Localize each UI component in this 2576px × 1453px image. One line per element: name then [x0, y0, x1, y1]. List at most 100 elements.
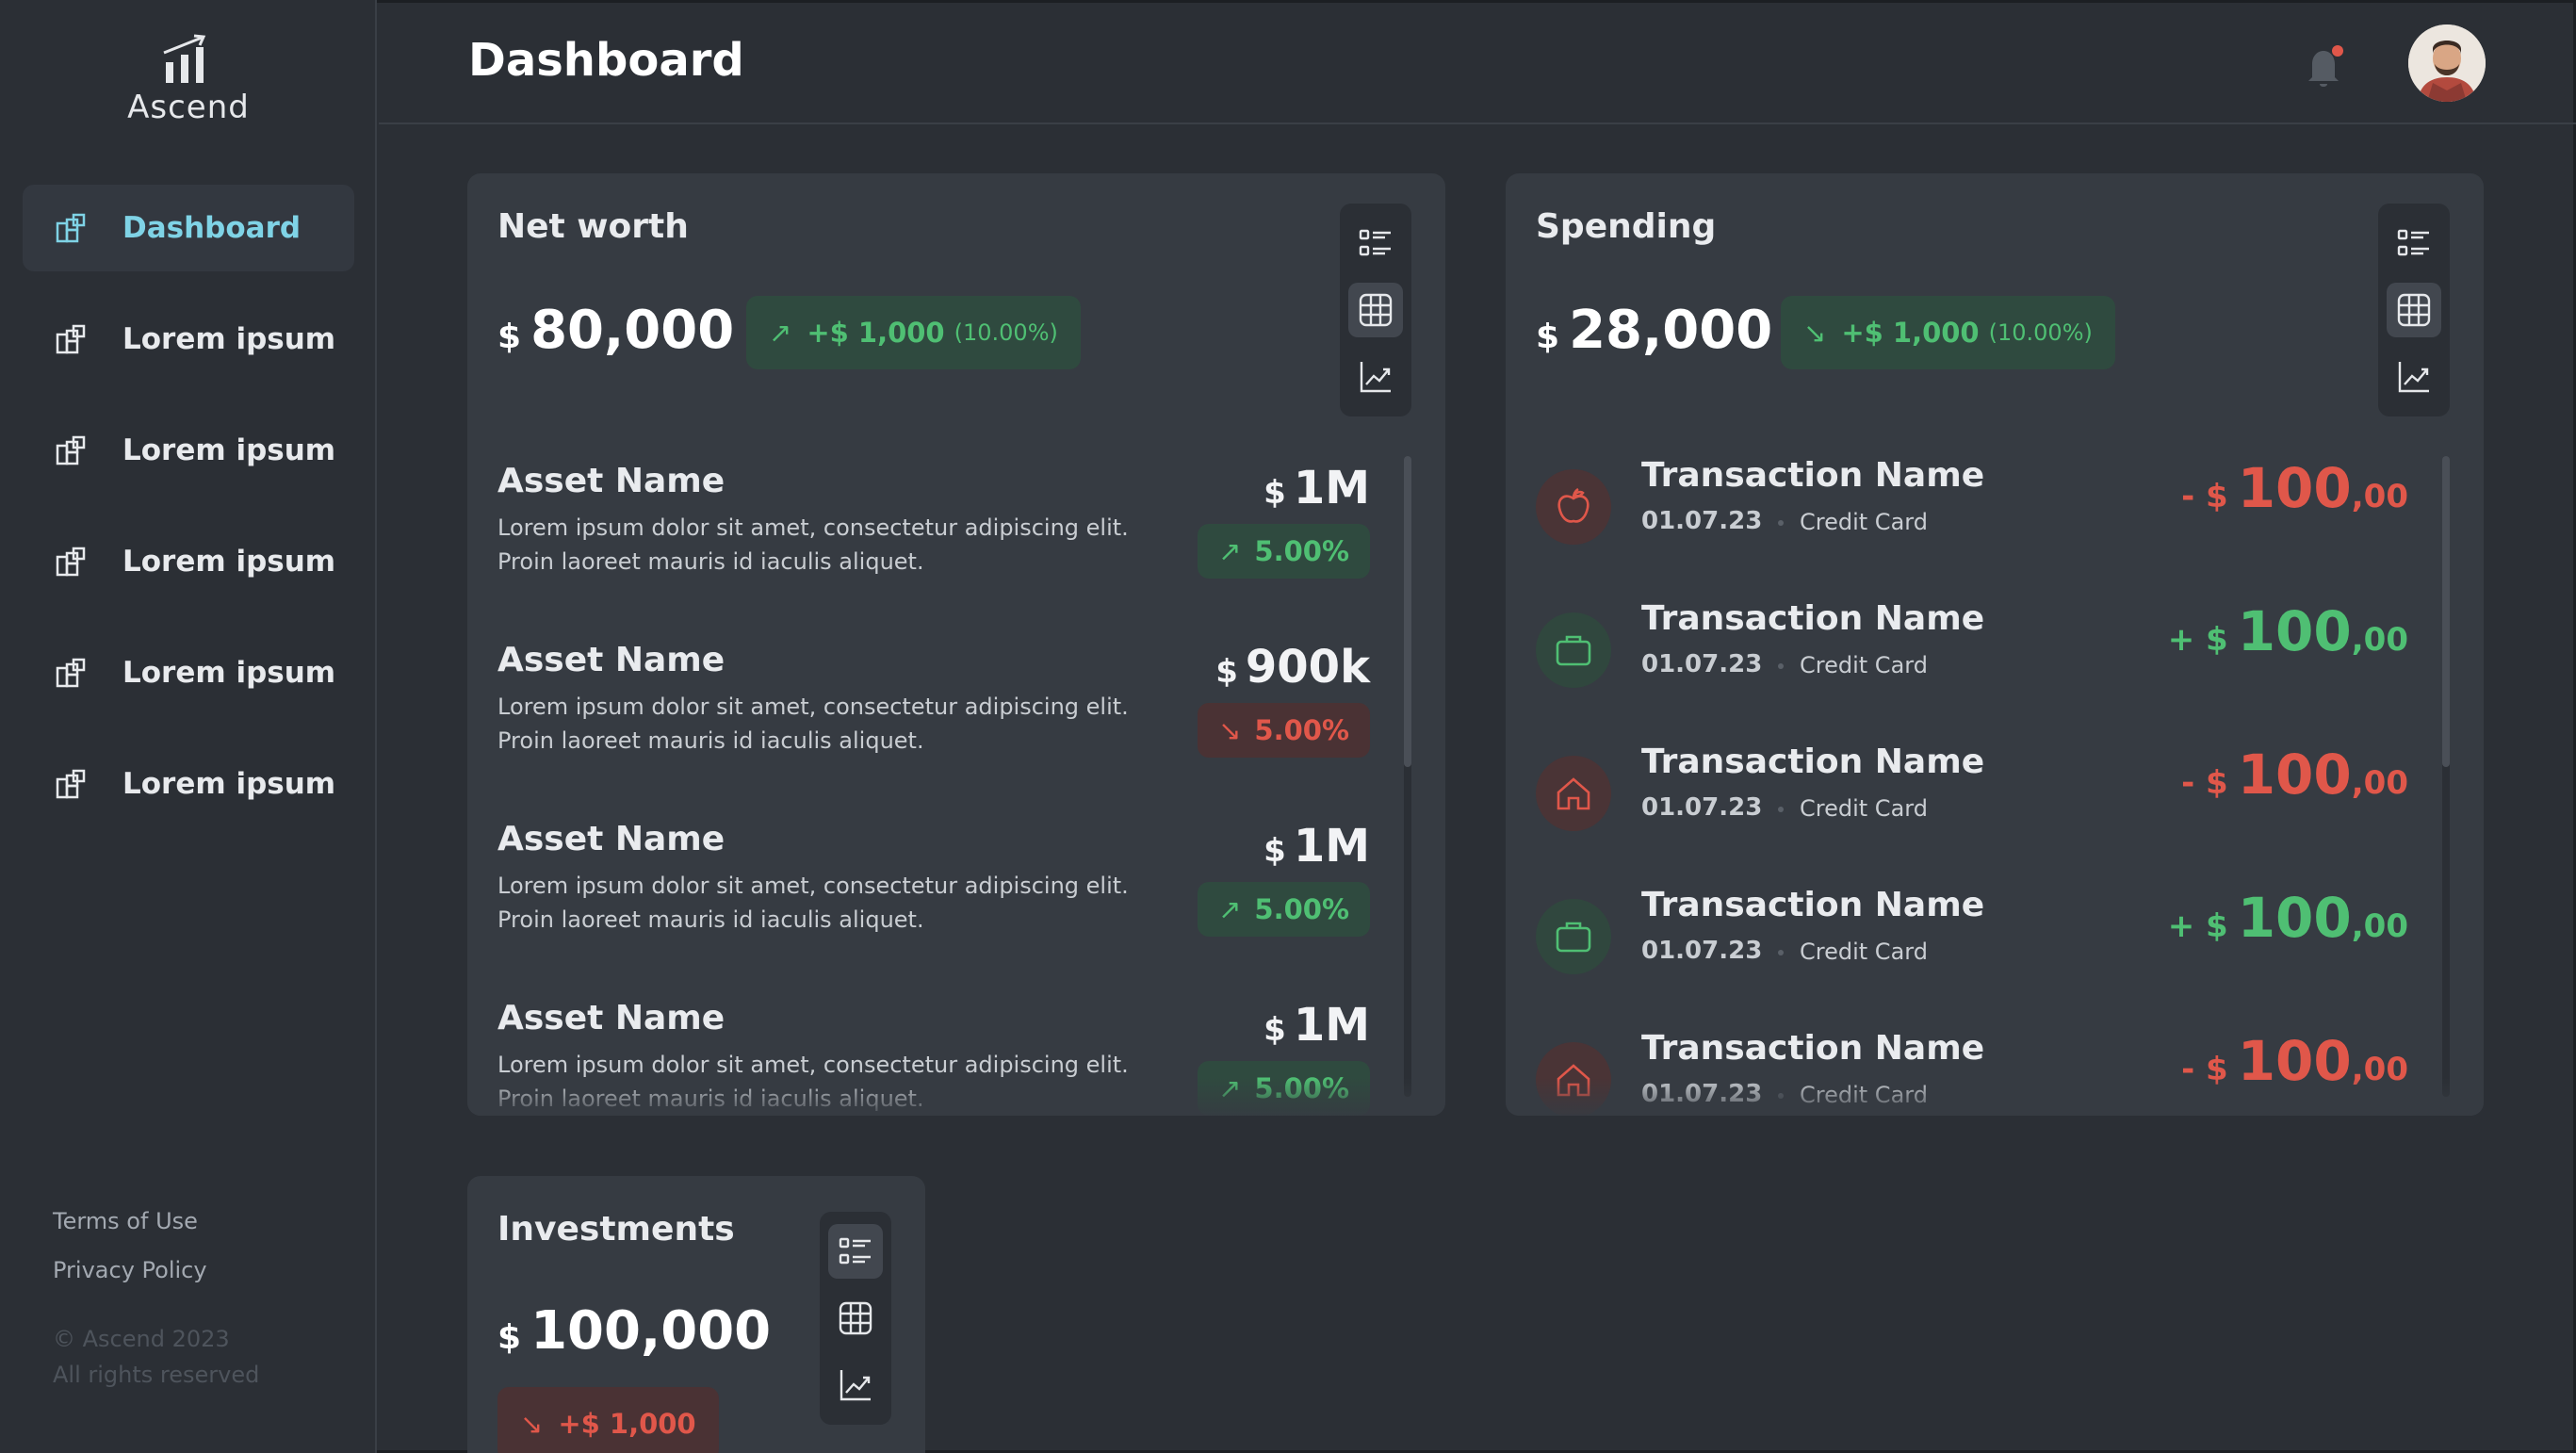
amount-sign: + $	[2167, 907, 2228, 945]
currency-symbol: $	[1215, 653, 1238, 691]
table-view-button[interactable]	[828, 1291, 883, 1346]
asset-row[interactable]: Asset Name Lorem ipsum dolor sit amet, c…	[497, 820, 1370, 980]
table-view-button[interactable]	[1348, 282, 1403, 337]
notification-bell-icon[interactable]	[2303, 41, 2348, 90]
asset-value-number: 1M	[1293, 820, 1370, 873]
transaction-row[interactable]: Transaction Name 01.07.23 Credit Card + …	[1536, 599, 2408, 743]
transaction-row[interactable]: Transaction Name 01.07.23 Credit Card - …	[1536, 456, 2408, 599]
line-chart-icon	[2398, 362, 2429, 393]
separator-dot	[1778, 950, 1784, 955]
rights-text: All rights reserved	[53, 1362, 260, 1388]
change-badge: ↘ +$ 1,000	[497, 1387, 719, 1453]
grid-icon	[56, 547, 86, 577]
transaction-method: Credit Card	[1800, 795, 1928, 822]
sidebar-item-label: Lorem ipsum	[122, 322, 336, 356]
transaction-method: Credit Card	[1800, 652, 1928, 678]
chart-view-button[interactable]	[828, 1358, 883, 1412]
asset-description: Lorem ipsum dolor sit amet, consectetur …	[497, 694, 1129, 754]
table-view-button[interactable]	[2387, 282, 2441, 337]
grid-icon	[56, 213, 86, 243]
home-icon	[1557, 1064, 1590, 1097]
change-badge: ↘ +$ 1,000 (10.00%)	[1781, 296, 2115, 369]
scrollbar-thumb[interactable]	[1404, 456, 1411, 767]
page-title: Dashboard	[468, 34, 744, 87]
amount-whole: 100	[2237, 886, 2352, 950]
asset-row[interactable]: Asset Name Lorem ipsum dolor sit amet, c…	[497, 641, 1370, 801]
list-view-button[interactable]	[828, 1223, 883, 1279]
briefcase-icon	[1556, 635, 1591, 666]
asset-row[interactable]: Asset Name Lorem ipsum dolor sit amet, c…	[497, 999, 1370, 1116]
privacy-link[interactable]: Privacy Policy	[53, 1257, 207, 1283]
transaction-date: 01.07.23	[1641, 507, 1763, 535]
card-title: Spending	[1536, 207, 1717, 246]
transaction-date: 01.07.23	[1641, 793, 1763, 822]
transaction-amount: - $100,00	[2181, 743, 2408, 807]
copyright-text: © Ascend 2023	[53, 1326, 230, 1352]
currency-symbol: $	[497, 1318, 522, 1357]
amount-sign: - $	[2181, 478, 2228, 515]
amount-sign: - $	[2181, 1051, 2228, 1088]
transaction-category-badge	[1536, 756, 1611, 831]
app-logo[interactable]: Ascend	[122, 34, 254, 126]
arrow-up-right-icon: ↗	[1218, 535, 1242, 567]
briefcase-icon	[1556, 922, 1591, 953]
view-toggle	[820, 1212, 891, 1425]
transaction-name: Transaction Name	[1641, 599, 1985, 638]
grid-icon	[56, 324, 86, 354]
transaction-name: Transaction Name	[1641, 1029, 1985, 1068]
terms-link[interactable]: Terms of Use	[53, 1208, 207, 1234]
change-value: +$ 1,000	[558, 1408, 696, 1440]
change-badge: ↗ +$ 1,000 (10.00%)	[746, 296, 1081, 369]
transaction-name: Transaction Name	[1641, 743, 1985, 781]
amount-value: 100,000	[530, 1300, 772, 1362]
spending-card: Spending $28,000 ↘ +$ 1,000 (10.00%) Tra…	[1506, 173, 2484, 1116]
currency-symbol: $	[1264, 474, 1286, 512]
sidebar-item-dashboard[interactable]: Dashboard	[23, 185, 354, 271]
currency-symbol: $	[1264, 832, 1286, 870]
transaction-amount: - $100,00	[2181, 456, 2408, 520]
asset-list-scrollbar[interactable]	[1404, 456, 1411, 1097]
transaction-method: Credit Card	[1800, 509, 1928, 535]
amount-cents: ,00	[2351, 764, 2408, 802]
asset-row[interactable]: Asset Name Lorem ipsum dolor sit amet, c…	[497, 462, 1370, 622]
transaction-category-badge	[1536, 469, 1611, 545]
sidebar-item-lorem-2[interactable]: Lorem ipsum	[23, 407, 354, 494]
table-grid-icon	[2397, 293, 2431, 327]
list-icon	[1359, 229, 1391, 255]
scrollbar-thumb[interactable]	[2442, 456, 2450, 767]
amount-cents: ,00	[2351, 907, 2408, 945]
currency-symbol: $	[1536, 318, 1560, 356]
transaction-list-scrollbar[interactable]	[2442, 456, 2450, 1097]
separator-dot	[1778, 520, 1784, 526]
transaction-row[interactable]: Transaction Name 01.07.23 Credit Card - …	[1536, 1029, 2408, 1116]
separator-dot	[1778, 663, 1784, 669]
transaction-method: Credit Card	[1800, 939, 1928, 965]
transaction-category-badge	[1536, 612, 1611, 688]
asset-change-badge: ↘ 5.00%	[1198, 703, 1370, 758]
asset-value: $1M	[1264, 462, 1370, 514]
sidebar-nav: Dashboard Lorem ipsum Lorem ipsum Lorem …	[23, 185, 354, 852]
asset-change-value: 5.00%	[1254, 535, 1349, 567]
sidebar-item-lorem-3[interactable]: Lorem ipsum	[23, 518, 354, 605]
sidebar-item-lorem-5[interactable]: Lorem ipsum	[23, 741, 354, 827]
sidebar-item-lorem-4[interactable]: Lorem ipsum	[23, 629, 354, 716]
amount-whole: 100	[2237, 456, 2352, 520]
sidebar-item-lorem-1[interactable]: Lorem ipsum	[23, 296, 354, 383]
list-view-button[interactable]	[2387, 216, 2441, 270]
amount-sign: + $	[2167, 621, 2228, 659]
list-view-button[interactable]	[1348, 216, 1403, 270]
transaction-name: Transaction Name	[1641, 456, 1985, 495]
transaction-date: 01.07.23	[1641, 650, 1763, 678]
card-title: Investments	[497, 1210, 735, 1249]
transaction-amount: + $100,00	[2168, 599, 2408, 663]
user-avatar[interactable]	[2408, 24, 2486, 102]
change-value: +$ 1,000	[1841, 317, 1980, 349]
transaction-date: 01.07.23	[1641, 937, 1763, 965]
chart-view-button[interactable]	[2387, 350, 2441, 404]
transaction-row[interactable]: Transaction Name 01.07.23 Credit Card - …	[1536, 743, 2408, 886]
asset-value-number: 1M	[1293, 999, 1370, 1052]
chart-view-button[interactable]	[1348, 350, 1403, 404]
grid-icon	[56, 658, 86, 688]
transaction-name: Transaction Name	[1641, 886, 1985, 924]
transaction-row[interactable]: Transaction Name 01.07.23 Credit Card + …	[1536, 886, 2408, 1029]
